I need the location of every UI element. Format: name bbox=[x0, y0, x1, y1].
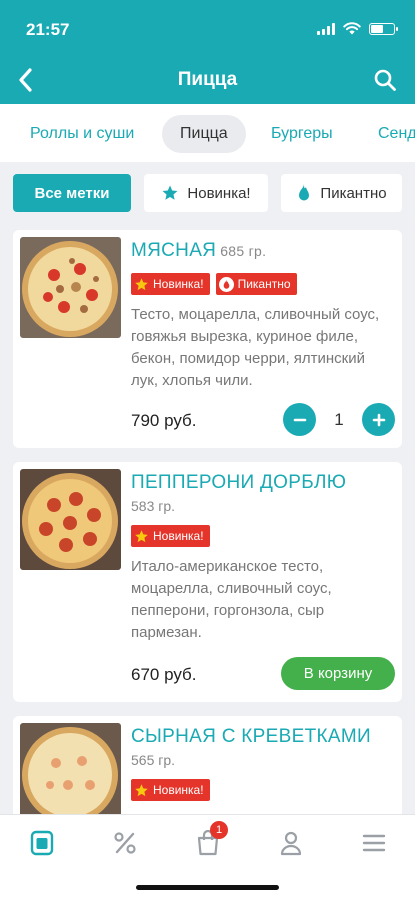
product-weight: 565 гр. bbox=[131, 752, 176, 768]
page-title: Пицца bbox=[177, 69, 238, 90]
discount-icon bbox=[114, 832, 136, 854]
product-badges: Новинка! Пикантно bbox=[131, 273, 297, 295]
star-icon bbox=[135, 277, 148, 290]
tab-cart[interactable]: 1 bbox=[186, 821, 230, 859]
search-icon bbox=[374, 69, 396, 91]
star-icon bbox=[135, 783, 148, 796]
filter-new-label: Новинка! bbox=[187, 184, 251, 202]
product-price: 790 руб. bbox=[131, 411, 197, 430]
menu-icon bbox=[30, 830, 54, 856]
minus-icon bbox=[293, 418, 306, 421]
bottom-tab-bar: 1 bbox=[0, 814, 415, 900]
star-icon bbox=[162, 185, 178, 200]
product-card[interactable]: СЫРНАЯ С КРЕВЕТКАМИ 565 гр. Новинка! bbox=[13, 716, 402, 826]
app-header: 21:57 Пицца bbox=[0, 0, 415, 104]
quantity-value: 1 bbox=[334, 409, 344, 429]
profile-icon bbox=[280, 831, 302, 856]
product-image bbox=[20, 469, 121, 570]
add-to-cart-button[interactable]: В корзину bbox=[281, 657, 395, 690]
product-card[interactable]: МЯСНАЯ 685 гр. Новинка! Пикантно Тесто, м… bbox=[13, 230, 402, 448]
product-weight: 685 гр. bbox=[220, 243, 267, 259]
product-description: Итало-американское тесто, моцарелла, сли… bbox=[131, 558, 332, 641]
category-tabs: Роллы и суши Пицца Бургеры Сендвичи bbox=[0, 104, 415, 162]
product-image bbox=[20, 723, 121, 824]
star-icon bbox=[135, 529, 148, 542]
nav-bar: Пицца bbox=[0, 56, 415, 104]
product-title: ПЕППЕРОНИ ДОРБЛЮ bbox=[131, 472, 347, 493]
tag-filters: Все метки Новинка! Пикантно bbox=[0, 162, 415, 226]
home-indicator bbox=[136, 885, 279, 890]
decrease-button[interactable] bbox=[283, 403, 316, 436]
quantity-stepper: 1 bbox=[283, 403, 395, 436]
product-description: Тесто, моцарелла, сливочный соус, говяжь… bbox=[131, 306, 380, 389]
tab-burgers[interactable]: Бургеры bbox=[253, 115, 351, 153]
badge-new: Новинка! bbox=[131, 525, 210, 547]
tab-sandwiches[interactable]: Сендвичи bbox=[360, 115, 415, 153]
filter-all-label: Все метки bbox=[34, 184, 110, 202]
product-price: 670 руб. bbox=[131, 665, 197, 684]
status-icons bbox=[317, 22, 398, 35]
product-badges: Новинка! bbox=[131, 525, 210, 547]
product-weight: 583 гр. bbox=[131, 498, 176, 514]
filter-all-tags[interactable]: Все метки bbox=[13, 174, 131, 212]
product-image bbox=[20, 237, 121, 338]
plus-icon bbox=[372, 413, 385, 426]
hamburger-icon bbox=[362, 834, 386, 852]
badge-new: Новинка! bbox=[131, 273, 210, 295]
increase-button[interactable] bbox=[362, 403, 395, 436]
tab-rolls-sushi[interactable]: Роллы и суши bbox=[12, 115, 152, 153]
tab-more[interactable] bbox=[352, 827, 396, 859]
badge-new: Новинка! bbox=[131, 779, 210, 801]
cart-count-badge: 1 bbox=[210, 821, 228, 839]
status-bar: 21:57 bbox=[0, 0, 415, 56]
tab-profile[interactable] bbox=[269, 827, 313, 859]
filter-new[interactable]: Новинка! bbox=[144, 174, 268, 212]
tab-discounts[interactable] bbox=[103, 827, 147, 859]
filter-spicy[interactable]: Пикантно bbox=[281, 174, 402, 212]
fire-icon bbox=[299, 184, 310, 201]
product-title: МЯСНАЯ bbox=[131, 240, 217, 261]
tab-menu[interactable] bbox=[20, 827, 64, 859]
product-card[interactable]: ПЕППЕРОНИ ДОРБЛЮ 583 гр. Новинка! Итало-… bbox=[13, 462, 402, 702]
wifi-icon bbox=[343, 22, 361, 35]
product-badges: Новинка! bbox=[131, 779, 210, 801]
search-button[interactable] bbox=[367, 62, 403, 98]
product-title: СЫРНАЯ С КРЕВЕТКАМИ bbox=[131, 726, 371, 747]
tab-pizza[interactable]: Пицца bbox=[162, 115, 246, 153]
product-name: МЯСНАЯ 685 гр. bbox=[131, 240, 266, 262]
signal-icon bbox=[317, 22, 335, 35]
status-time: 21:57 bbox=[26, 20, 70, 39]
battery-icon bbox=[369, 22, 398, 35]
fire-icon bbox=[218, 276, 234, 292]
filter-spicy-label: Пикантно bbox=[320, 184, 387, 202]
badge-spicy: Пикантно bbox=[215, 273, 297, 295]
